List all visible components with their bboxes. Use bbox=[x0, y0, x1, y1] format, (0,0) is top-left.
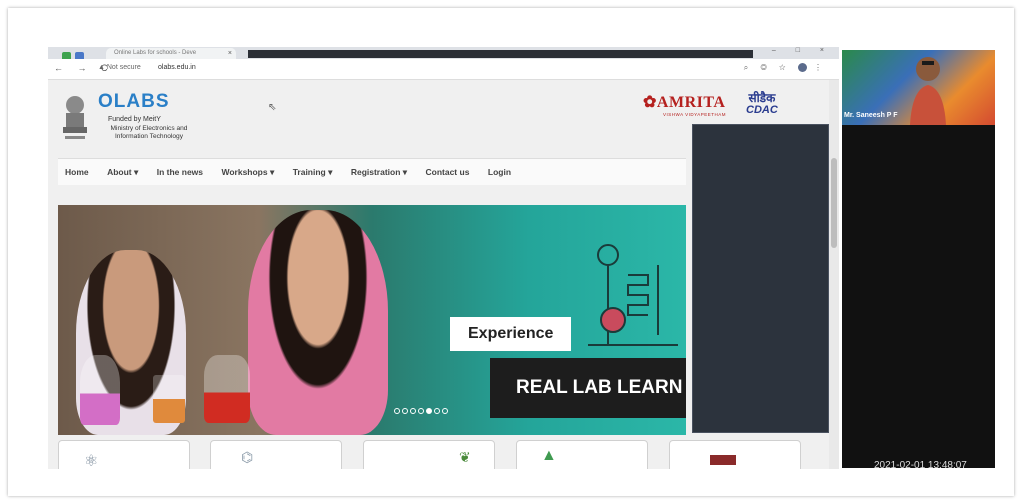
video-call-panel: Mr. Saneesh P F 2021-02-01 13:48:07 bbox=[842, 50, 995, 471]
amrita-logo[interactable]: ✿AMRITA VISHWA VIDYAPEETHAM bbox=[643, 92, 726, 117]
menu-login[interactable]: Login bbox=[488, 159, 511, 185]
menu-workshops[interactable]: Workshops ▾ bbox=[221, 159, 274, 185]
ministry-line-1: Ministry of Electronics and bbox=[110, 125, 188, 132]
url-field[interactable]: olabs.edu.in bbox=[158, 64, 196, 71]
close-tab-icon[interactable]: × bbox=[228, 48, 232, 59]
tab-strip-dark bbox=[248, 50, 753, 58]
cdac-logo[interactable]: सीडैक CDAC bbox=[746, 89, 778, 116]
window-controls[interactable]: – □ × bbox=[772, 47, 833, 54]
book-icon bbox=[710, 455, 736, 465]
cdac-name: CDAC bbox=[746, 104, 778, 116]
plant-icon: ❦ bbox=[459, 449, 471, 465]
carousel-dot[interactable] bbox=[434, 408, 440, 414]
menu-training[interactable]: Training ▾ bbox=[293, 159, 333, 185]
scrollbar-thumb[interactable] bbox=[831, 158, 837, 248]
carousel-dots bbox=[394, 401, 450, 419]
carousel-dot-active[interactable] bbox=[426, 408, 432, 414]
site-nav-menu: Home About ▾ In the news Workshops ▾ Tra… bbox=[58, 158, 686, 185]
hero-banner[interactable]: Experience REAL LAB LEARN bbox=[58, 205, 686, 435]
atom-icon: ⚛ bbox=[84, 453, 99, 469]
banner-subheading: REAL LAB LEARN bbox=[490, 358, 686, 418]
screen-share-overlay bbox=[692, 124, 829, 433]
subject-card-english[interactable] bbox=[669, 440, 801, 469]
tab-title: Online Labs for schools - Deve bbox=[114, 50, 197, 56]
scrollbar[interactable] bbox=[829, 80, 839, 469]
flask-pink-icon bbox=[80, 355, 120, 425]
amrita-name: ✿AMRITA bbox=[643, 94, 726, 111]
national-emblem-icon bbox=[63, 96, 87, 139]
cone-icon: ▲ bbox=[541, 447, 557, 464]
amrita-subtitle: VISHWA VIDYAPEETHAM bbox=[663, 112, 727, 117]
menu-in-the-news[interactable]: In the news bbox=[157, 159, 203, 185]
funded-by-text: Funded by MeitY bbox=[108, 116, 161, 123]
tab-bar: Online Labs for schools - Deve × – □ × bbox=[48, 47, 839, 61]
toolbar-icons: ⌕ ◎ ☆ ⋮ bbox=[744, 63, 827, 73]
participant-name: Mr. Saneesh P F bbox=[844, 112, 898, 119]
zoom-search-icons[interactable]: ⌕ ◎ ☆ bbox=[744, 63, 791, 72]
carousel-dot[interactable] bbox=[410, 408, 416, 414]
menu-registration[interactable]: Registration ▾ bbox=[351, 159, 407, 185]
carousel-dot[interactable] bbox=[394, 408, 400, 414]
ministry-text: Ministry of Electronics and Information … bbox=[94, 125, 204, 141]
subject-cards: ⚛ ⌬ ❦ ▲ bbox=[58, 440, 818, 469]
carousel-dot[interactable] bbox=[442, 408, 448, 414]
recording-timestamp: 2021-02-01 13:48:07 bbox=[874, 460, 967, 471]
carousel-dot[interactable] bbox=[402, 408, 408, 414]
subject-card-chemistry[interactable]: ⌬ bbox=[210, 440, 342, 469]
beaker-icon bbox=[153, 375, 185, 423]
tab-icons bbox=[62, 48, 102, 61]
browser-tab[interactable]: Online Labs for schools - Deve × bbox=[106, 48, 236, 59]
menu-kebab-icon[interactable]: ⋮ bbox=[814, 63, 827, 72]
site-logo[interactable]: OLABS bbox=[98, 91, 170, 113]
participant-avatar bbox=[910, 57, 946, 125]
menu-home[interactable]: Home bbox=[65, 159, 89, 185]
banner-heading: Experience bbox=[450, 317, 572, 351]
girl-right-image bbox=[248, 210, 388, 435]
carousel-dot[interactable] bbox=[418, 408, 424, 414]
address-bar: ← → C ▲ Not secure olabs.edu.in ⌕ ◎ ☆ ⋮ bbox=[48, 59, 839, 80]
subject-card-biology[interactable]: ❦ bbox=[363, 440, 495, 469]
security-indicator[interactable]: ▲ Not secure bbox=[98, 64, 141, 71]
subject-card-physics[interactable]: ⚛ bbox=[58, 440, 190, 469]
lab-equipment-illustration-icon bbox=[588, 244, 678, 346]
mouse-cursor-icon: ⇖ bbox=[268, 102, 277, 113]
account-avatar[interactable] bbox=[797, 63, 807, 73]
molecule-icon: ⌬ bbox=[241, 449, 254, 465]
menu-about[interactable]: About ▾ bbox=[107, 159, 138, 185]
flask-red-icon bbox=[204, 355, 250, 423]
menu-contact-us[interactable]: Contact us bbox=[426, 159, 470, 185]
ministry-line-2: Information Technology bbox=[114, 133, 184, 140]
subject-card-maths[interactable]: ▲ bbox=[516, 440, 648, 469]
participant-video[interactable]: Mr. Saneesh P F bbox=[842, 50, 995, 125]
